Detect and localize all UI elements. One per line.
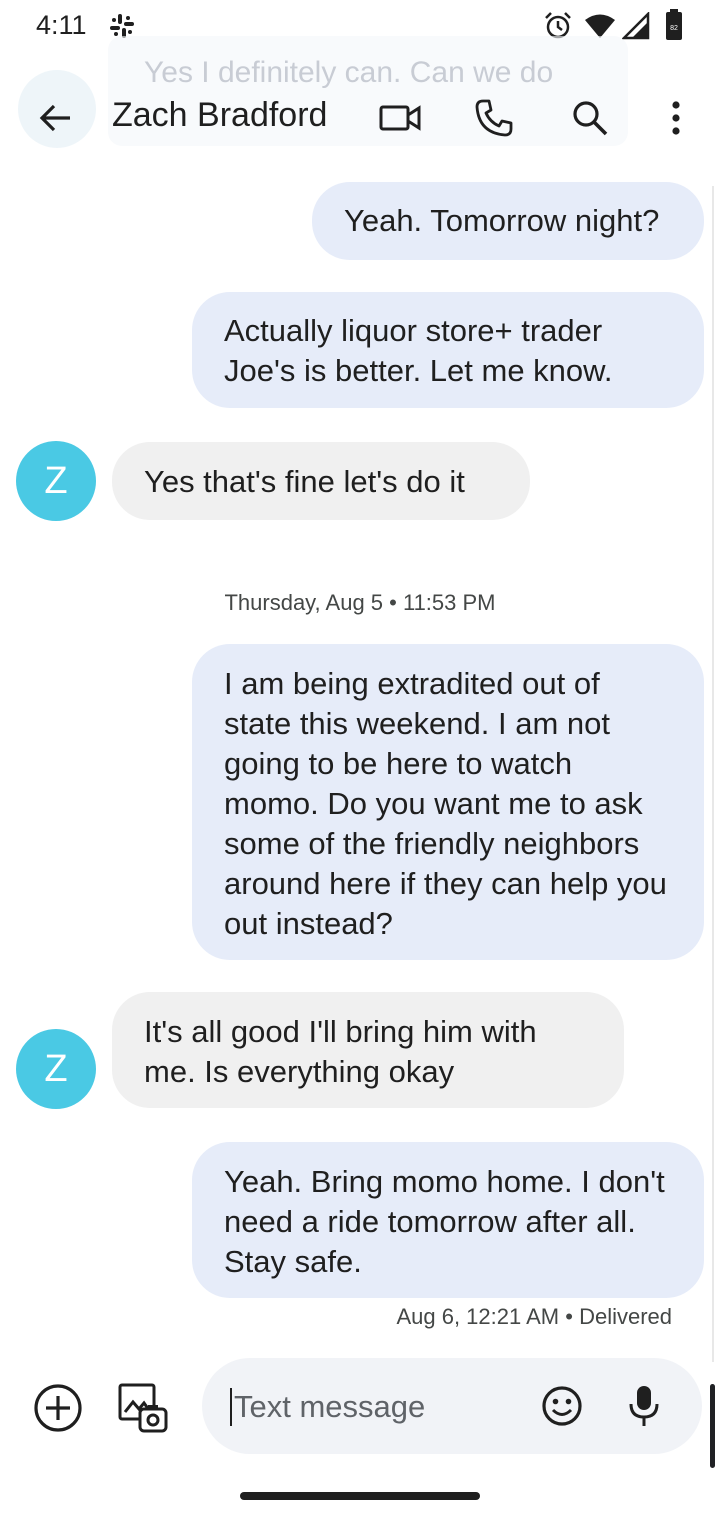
signal-icon [622, 12, 650, 40]
search-button[interactable] [562, 90, 618, 146]
message-outgoing[interactable]: Actually liquor store+ trader Joe's is b… [192, 292, 704, 408]
phone-call-button[interactable] [466, 90, 522, 146]
phone-icon [475, 99, 513, 137]
message-input[interactable] [230, 1388, 520, 1426]
add-circle-icon [34, 1384, 82, 1432]
voice-input-button[interactable] [616, 1378, 672, 1434]
emoji-icon [542, 1386, 582, 1426]
gallery-icon [118, 1383, 168, 1433]
date-separator: Thursday, Aug 5 • 11:53 PM [224, 590, 496, 615]
battery-level: 82 [670, 25, 678, 32]
delivery-status: Aug 6, 12:21 AM • Delivered [396, 1304, 672, 1329]
scroll-track [712, 186, 714, 1362]
message-incoming[interactable]: Yes that's fine let's do it [112, 442, 530, 520]
message-incoming[interactable]: It's all good I'll bring him with me. Is… [112, 992, 624, 1108]
compose-field-container [202, 1358, 702, 1454]
more-options-button[interactable] [648, 90, 704, 146]
back-arrow-icon [39, 104, 70, 132]
more-vert-icon [672, 101, 680, 135]
emoji-button[interactable] [534, 1378, 590, 1434]
home-indicator[interactable] [240, 1492, 480, 1500]
contact-name[interactable]: Zach Bradford [112, 96, 327, 135]
gallery-button[interactable] [114, 1380, 170, 1436]
video-call-button[interactable] [372, 90, 428, 146]
message-outgoing[interactable]: Yeah. Tomorrow night? [312, 182, 704, 260]
contact-avatar[interactable]: Z [16, 441, 96, 521]
add-attachment-button[interactable] [30, 1380, 86, 1436]
status-time: 4:11 [36, 10, 87, 40]
battery-icon: 82 [666, 9, 682, 40]
contact-avatar[interactable]: Z [16, 1029, 96, 1109]
app-bar: Zach Bradford [0, 78, 720, 158]
message-outgoing[interactable]: Yeah. Bring momo home. I don't need a ri… [192, 1142, 704, 1298]
video-call-icon [379, 105, 421, 131]
microphone-icon [629, 1386, 659, 1426]
scrollbar-thumb[interactable] [710, 1384, 715, 1468]
back-button[interactable] [28, 90, 84, 146]
message-outgoing[interactable]: I am being extradited out of state this … [192, 644, 704, 960]
search-icon [573, 101, 608, 136]
